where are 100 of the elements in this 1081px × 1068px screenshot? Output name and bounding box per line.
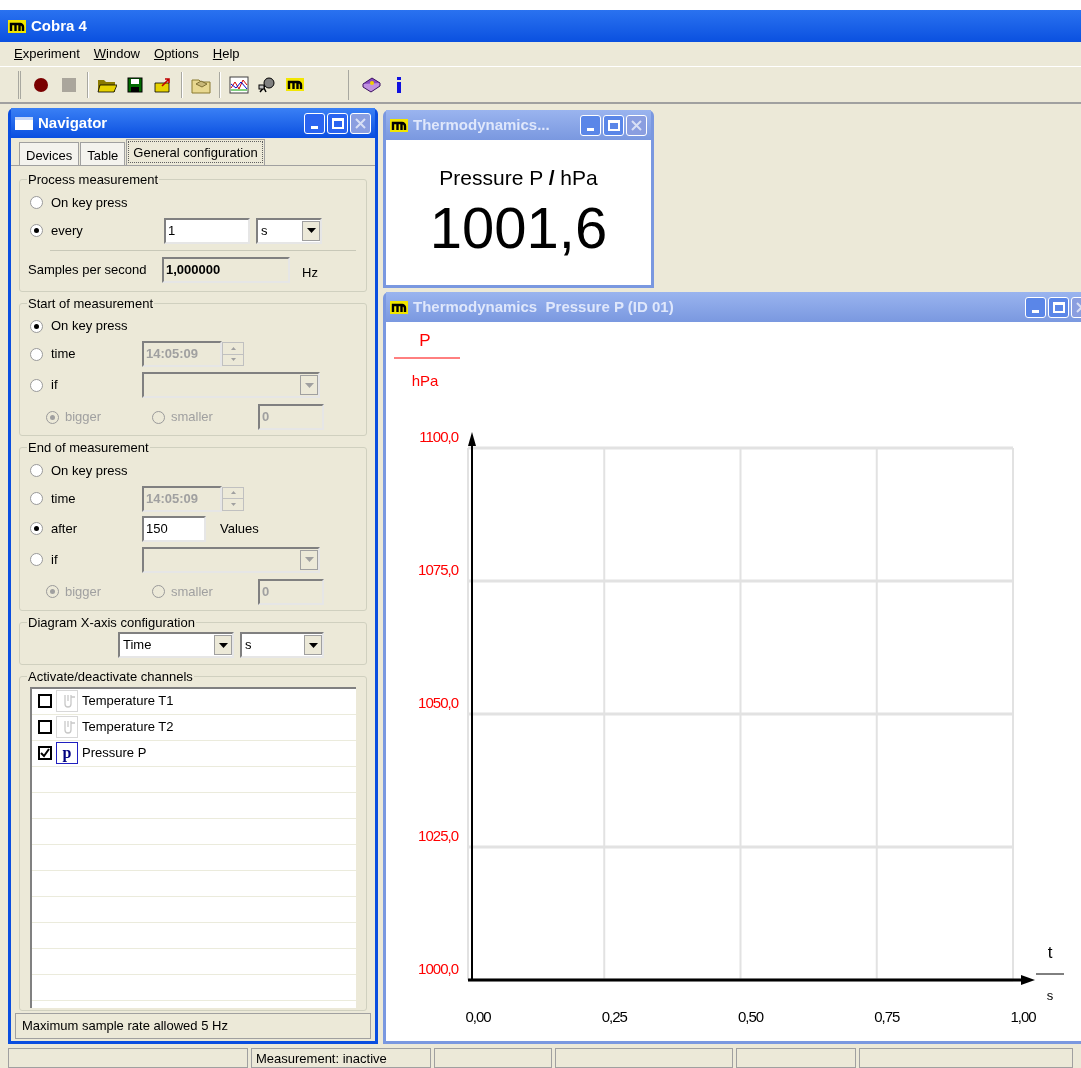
readout-field[interactable]: 1,000000 <box>162 256 290 283</box>
input-field[interactable]: 1 <box>164 217 250 244</box>
checkbox[interactable] <box>38 720 52 734</box>
x-axis-quantity: t <box>1047 943 1053 962</box>
hint-text: Maximum sample rate allowed 5 Hz <box>15 1013 371 1039</box>
app-title: Cobra 4 <box>31 15 87 36</box>
tab[interactable]: General configuration <box>126 139 265 165</box>
channel-symbol: p <box>56 742 78 764</box>
caret-icon <box>300 375 318 395</box>
radio-button[interactable] <box>30 347 43 361</box>
radio-button[interactable] <box>30 492 43 505</box>
channel-label: Pressure P <box>82 744 147 763</box>
option-label: time <box>51 345 76 364</box>
option-label: On key press <box>51 193 128 212</box>
y-tick-label: 1075,0 <box>418 561 458 578</box>
group-title: Diagram X-axis configuration <box>27 613 196 632</box>
option-label: if <box>51 550 58 569</box>
x-axis-unit: s <box>1046 988 1054 1003</box>
logo-icon <box>390 300 408 314</box>
group-title: Activate/deactivate channels <box>27 668 194 686</box>
window-icon <box>15 116 33 130</box>
minimize-button[interactable] <box>1025 296 1046 318</box>
option-label: smaller <box>171 408 213 427</box>
save-icon[interactable] <box>127 76 143 93</box>
y-tick-label: 1000,0 <box>418 960 458 977</box>
input-field[interactable]: 150 <box>142 515 206 542</box>
menu-item[interactable]: Help <box>212 44 240 64</box>
export-icon[interactable] <box>154 76 172 93</box>
minimize-button[interactable] <box>580 114 601 136</box>
logo-icon <box>390 118 408 132</box>
x-tick-label: 0,75 <box>874 1008 900 1025</box>
maximize-button[interactable] <box>603 114 624 136</box>
close-icon <box>355 117 366 129</box>
logo-icon <box>8 19 26 33</box>
option-label: after <box>51 519 77 538</box>
status-text: Measurement: inactive <box>251 1048 431 1068</box>
channel-label: Temperature T1 <box>82 692 174 711</box>
maximize-button[interactable] <box>327 112 348 134</box>
chart-icon[interactable] <box>229 75 249 94</box>
minimize-button[interactable] <box>304 112 325 134</box>
menu-item[interactable]: Experiment <box>14 44 80 64</box>
x-tick-label: 0,25 <box>601 1008 627 1025</box>
window-title: Thermodynamics Pressure P (ID 01) <box>413 296 674 317</box>
x-tick-label: 1,00 <box>1010 1008 1036 1025</box>
radio-button[interactable] <box>30 522 43 535</box>
radio-button[interactable] <box>152 410 165 424</box>
caret-icon <box>214 635 232 655</box>
x-tick-label: 0,00 <box>465 1008 491 1025</box>
radio-button[interactable] <box>46 410 59 424</box>
channel-label: Temperature T2 <box>82 718 174 737</box>
radio-button[interactable] <box>30 196 43 209</box>
menu-item[interactable]: Options <box>154 44 199 64</box>
option-label: On key press <box>51 317 128 336</box>
y-axis-quantity: P <box>419 331 431 350</box>
maximize-button[interactable] <box>1048 296 1069 318</box>
option-label: if <box>51 376 58 395</box>
info-icon[interactable] <box>395 75 403 94</box>
unit-label: Hz <box>302 263 318 282</box>
dropdown[interactable]: s <box>256 217 322 244</box>
tab[interactable]: Devices <box>19 142 80 165</box>
dropdown[interactable]: Time <box>118 632 234 658</box>
option-label: bigger <box>65 582 102 601</box>
caret-icon <box>302 220 320 241</box>
caret-icon <box>300 549 318 570</box>
caret-icon <box>304 635 322 655</box>
satellite-icon[interactable] <box>257 75 277 94</box>
thermometer-icon <box>56 716 78 738</box>
option-label: On key press <box>51 461 128 480</box>
close-button[interactable] <box>626 114 647 136</box>
radio-button[interactable] <box>30 224 43 237</box>
radio-button[interactable] <box>30 464 43 477</box>
checkbox[interactable] <box>38 694 52 708</box>
checkbox[interactable] <box>38 746 52 760</box>
group-title: Process measurement <box>27 171 160 189</box>
help-book-icon[interactable] <box>361 75 381 94</box>
record-icon[interactable] <box>33 76 49 93</box>
measured-value: 1001,6 <box>429 193 608 262</box>
y-axis-unit: hPa <box>411 372 439 389</box>
radio-button[interactable] <box>152 585 165 598</box>
y-tick-label: 1050,0 <box>418 694 458 711</box>
tab[interactable]: Table <box>80 142 126 165</box>
group-title: Start of measurement <box>27 294 154 313</box>
option-label: time <box>51 489 76 508</box>
y-tick-label: 1025,0 <box>418 827 458 844</box>
window-title: Thermodynamics... <box>413 114 550 135</box>
quantity-label: Pressure P / hPa <box>439 165 598 191</box>
radio-button[interactable] <box>46 585 59 598</box>
radio-button[interactable] <box>30 553 43 566</box>
x-tick-label: 0,50 <box>737 1008 764 1025</box>
window-title: Navigator <box>38 112 108 133</box>
y-tick-label: 1100,0 <box>419 428 458 445</box>
radio-button[interactable] <box>30 378 43 392</box>
menu-item[interactable]: Window <box>93 44 140 64</box>
option-label: smaller <box>171 582 213 601</box>
logo-icon <box>286 78 304 91</box>
close-button[interactable] <box>350 112 371 134</box>
close-icon <box>631 119 642 131</box>
thermometer-icon <box>56 690 78 712</box>
radio-button[interactable] <box>30 319 43 333</box>
dropdown[interactable]: s <box>240 632 324 658</box>
